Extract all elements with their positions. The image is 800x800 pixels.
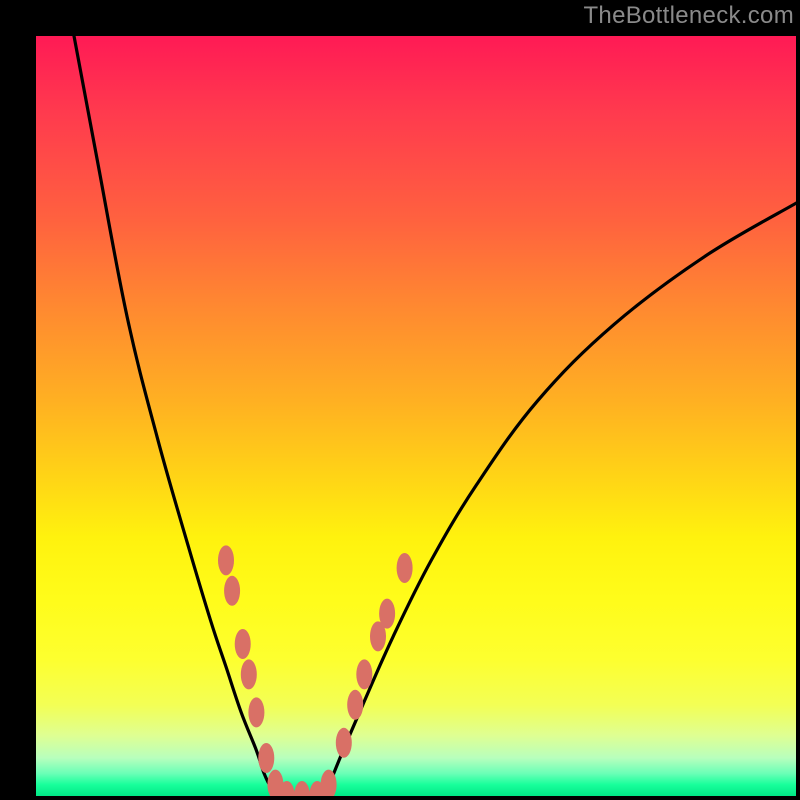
data-marker <box>336 728 352 758</box>
marker-layer <box>218 545 413 796</box>
data-marker <box>294 781 310 796</box>
watermark-text: TheBottleneck.com <box>583 2 794 30</box>
data-marker <box>224 576 240 606</box>
data-marker <box>258 743 274 773</box>
data-marker <box>397 553 413 583</box>
data-marker <box>241 659 257 689</box>
data-marker <box>356 659 372 689</box>
chart-svg <box>36 36 796 796</box>
data-marker <box>218 545 234 575</box>
data-marker <box>235 629 251 659</box>
data-marker <box>248 697 264 727</box>
data-marker <box>347 690 363 720</box>
chart-frame: TheBottleneck.com <box>0 0 800 800</box>
curve-layer <box>74 36 796 796</box>
plot-area <box>36 36 796 796</box>
data-marker <box>379 599 395 629</box>
series-right-curve <box>325 203 796 796</box>
